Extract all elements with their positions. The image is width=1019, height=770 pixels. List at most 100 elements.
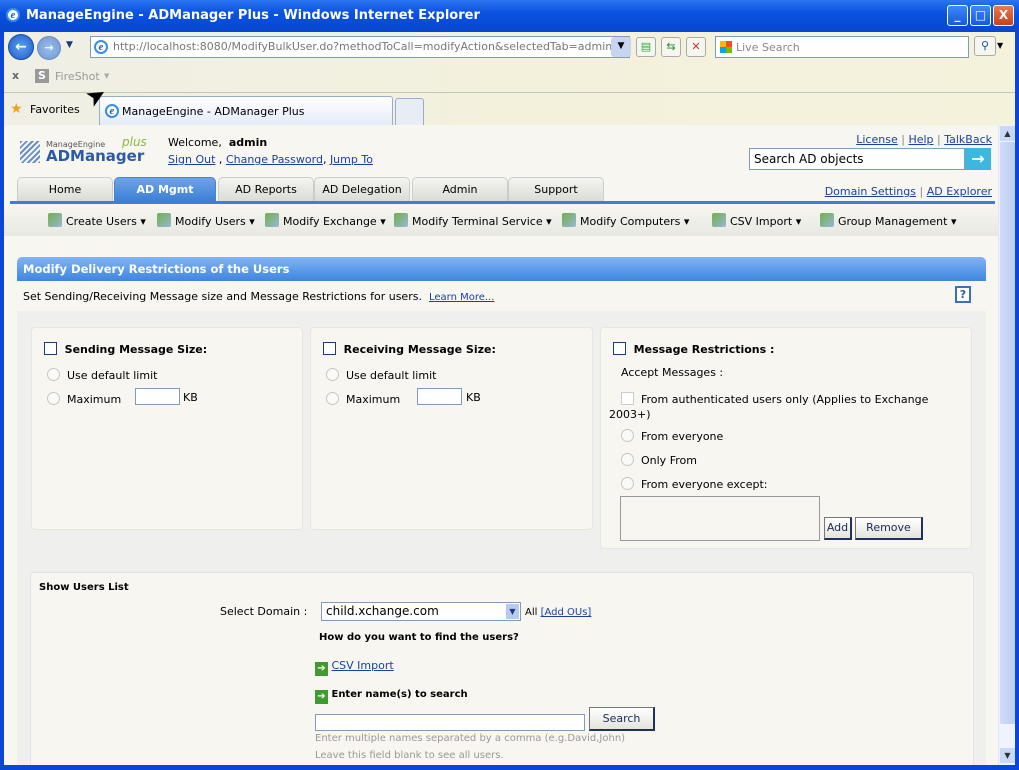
address-bar[interactable]: e http://localhost:8080/ModifyBulkUser.do… [90,36,630,58]
minimize-button[interactable]: _ [947,5,968,26]
tab-home[interactable]: Home [17,177,113,201]
change-password-link[interactable]: Change Password [226,153,323,166]
tab-ad-mgmt[interactable]: AD Mgmt [114,177,216,201]
jump-to-link[interactable]: Jump To [330,153,373,166]
learn-more-link[interactable]: Learn More... [429,292,494,303]
search-ad-objects-input[interactable]: Search AD objects [749,148,965,170]
from-everyone-radio[interactable] [621,429,634,442]
sending-default-radio[interactable] [47,368,60,381]
sending-unit: KB [183,391,198,404]
remove-button[interactable]: Remove [855,517,923,540]
subnav-modify-exchange[interactable]: Modify Exchange ▾ [265,213,386,228]
browser-tab-active[interactable]: e ManageEngine - ADManager Plus [99,96,393,125]
back-button[interactable]: ← [8,34,34,60]
search-arrow-icon: ➔ [315,690,328,704]
message-restrictions-label: Message Restrictions : [633,343,775,356]
enter-names-label: Enter name(s) to search [331,689,468,700]
from-everyone-except-radio[interactable] [621,477,634,490]
scroll-up-icon[interactable]: ▲ [1000,126,1015,141]
receiving-size-checkbox[interactable] [323,342,336,355]
url-text: http://localhost:8080/ModifyBulkUser.do?… [113,40,630,53]
scroll-down-icon[interactable]: ▼ [1000,748,1015,763]
receiving-max-input[interactable] [417,388,462,405]
sending-maximum-radio[interactable] [47,392,60,405]
find-users-question: How do you want to find the users? [319,632,519,643]
add-ous-link[interactable]: [Add OUs] [541,607,592,618]
authenticated-only-checkbox[interactable] [621,392,634,405]
maximize-button[interactable]: □ [970,5,991,26]
csv-import-link[interactable]: CSV Import [332,659,394,672]
sign-out-link[interactable]: Sign Out [168,153,215,166]
search-arrow-button[interactable]: → [965,148,991,170]
tab-ie-icon: e [105,104,119,118]
refresh-icon[interactable]: ⇆ [661,37,681,57]
tab-ad-delegation[interactable]: AD Delegation [314,177,410,201]
window-title: ManageEngine - ADManager Plus - Windows … [26,8,480,23]
receiving-default-label: Use default limit [346,369,437,382]
show-users-box: Show Users List Select Domain : child.xc… [30,572,974,765]
close-button[interactable]: X [993,5,1014,26]
browser-tab-title: ManageEngine - ADManager Plus [122,105,305,118]
tab-admin[interactable]: Admin [412,177,508,201]
domain-value: child.xchange.com [326,604,439,618]
receiving-size-label: Receiving Message Size: [343,343,496,356]
panel-description: Set Sending/Receiving Message size and M… [23,290,422,303]
logo-text: ADManager [46,147,145,165]
history-dropdown-icon[interactable]: ▼ [66,40,73,50]
receiving-size-box: Receiving Message Size: Use default limi… [310,327,593,530]
tab-support[interactable]: Support [508,177,604,201]
tab-ad-reports[interactable]: AD Reports [218,177,314,201]
favorites-button[interactable]: Favorites [30,103,80,116]
fireshot-icon: S [35,69,49,83]
subnav-modify-terminal-service[interactable]: Modify Terminal Service ▾ [394,213,552,228]
search-button[interactable]: Search [589,707,655,731]
subnav-modify-users[interactable]: Modify Users ▾ [157,213,255,228]
domain-settings-link[interactable]: Domain Settings [825,185,916,198]
vertical-scrollbar[interactable]: ▲ ▼ [998,125,1015,765]
ie-icon: e [6,8,20,22]
names-search-input[interactable] [315,714,585,731]
live-search-input[interactable]: Live Search [715,36,969,58]
domain-select[interactable]: child.xchange.com ▼ [321,602,521,621]
fireshot-dropdown-icon[interactable]: ▼ [104,72,109,80]
toolbar-close[interactable]: x [12,69,19,82]
add-button[interactable]: Add [824,517,852,540]
message-restrictions-checkbox[interactable] [613,342,626,355]
chevron-down-icon: ▼ [506,604,519,619]
sending-size-checkbox[interactable] [44,342,57,355]
new-tab-button[interactable] [395,98,424,125]
search-go-icon[interactable]: ⚲ [974,36,996,56]
receiving-maximum-radio[interactable] [326,392,339,405]
all-label: All [525,607,538,618]
search-options-icon[interactable]: ▼ [997,41,1003,50]
computers-icon [562,213,576,227]
stop-icon[interactable]: ✕ [686,37,706,57]
help-link[interactable]: Help [908,133,933,146]
subnav-modify-computers[interactable]: Modify Computers ▾ [562,213,689,228]
help-icon[interactable]: ? [955,286,971,303]
license-link[interactable]: License [856,133,897,146]
talkback-link[interactable]: TalkBack [944,133,992,146]
scroll-thumb[interactable] [1000,142,1015,724]
message-restrictions-box: Message Restrictions : Accept Messages :… [600,327,972,549]
panel-title: Modify Delivery Restrictions of the User… [17,257,986,281]
accept-messages-label: Accept Messages : [621,366,724,379]
compatibility-icon[interactable]: ▤ [636,37,656,57]
favorites-star-icon: ★ [10,101,23,117]
receiving-default-radio[interactable] [326,368,339,381]
username: admin [228,136,268,149]
only-from-label: Only From [641,454,697,467]
users-listbox[interactable] [620,496,820,541]
logo-plus: plus [122,135,147,149]
address-dropdown[interactable]: ▼ [611,37,631,57]
csv-arrow-icon: ➔ [315,662,328,676]
forward-button[interactable]: → [37,36,61,60]
only-from-radio[interactable] [621,453,634,466]
subnav-csv-import[interactable]: CSV Import ▾ [712,213,801,228]
page-content: ManageEngine ADManager plus Welcome, adm… [4,125,998,765]
ad-explorer-link[interactable]: AD Explorer [927,185,992,198]
show-users-title: Show Users List [39,582,129,593]
subnav-create-users[interactable]: Create Users ▾ [48,213,146,228]
subnav-group-management[interactable]: Group Management ▾ [820,213,956,228]
sending-max-input[interactable] [135,388,180,405]
